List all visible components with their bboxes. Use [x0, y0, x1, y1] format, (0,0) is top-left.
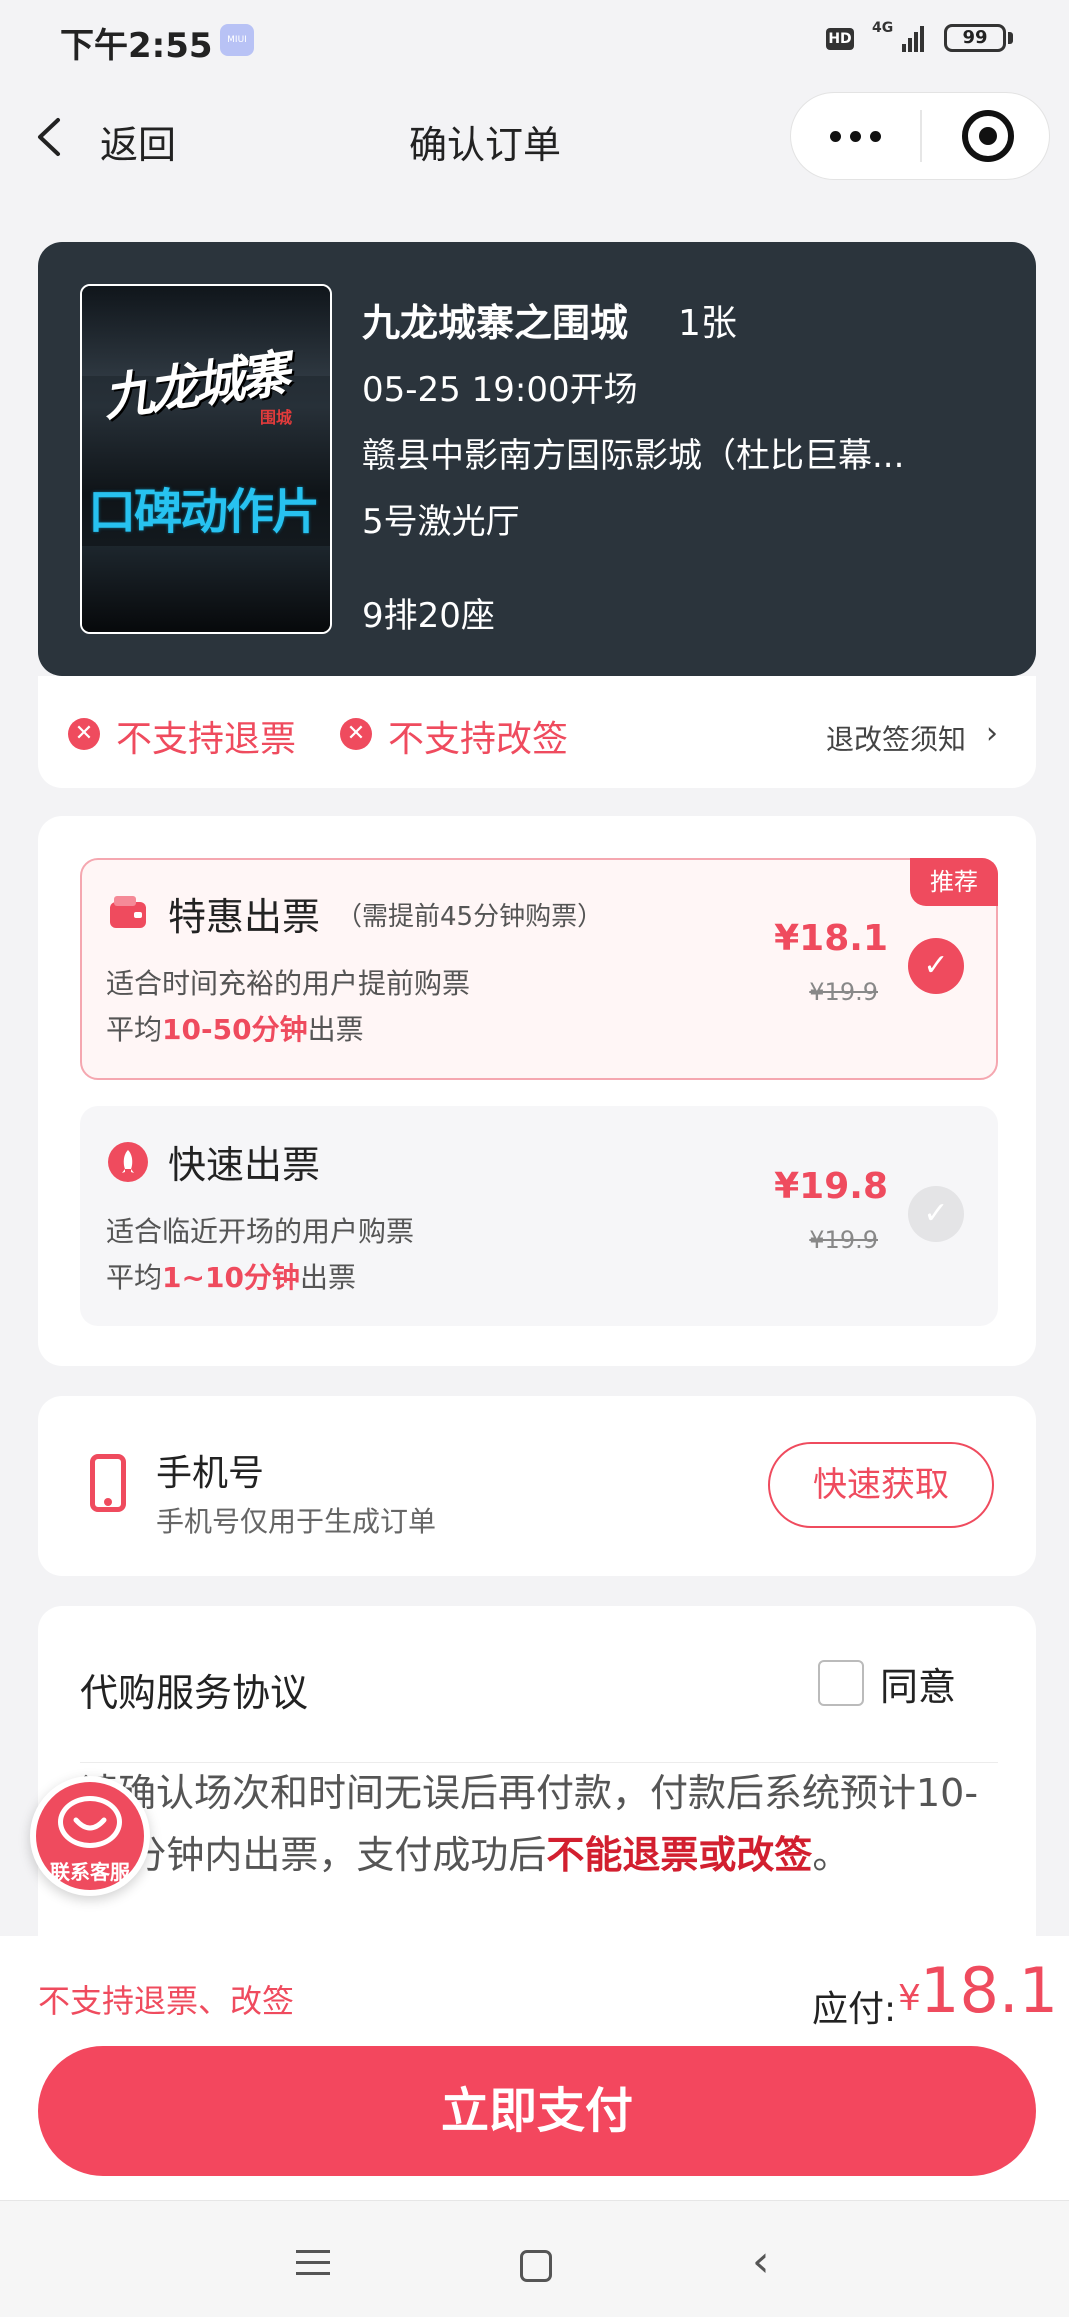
agreement-title: 代购服务协议	[80, 1671, 309, 1715]
agreement-text-end: 。	[812, 1833, 851, 1877]
amount-due-label: 应付:	[812, 1989, 897, 2030]
quick-get-phone-button[interactable]: 快速获取	[768, 1442, 994, 1528]
option-price: ¥18.1	[774, 918, 888, 959]
agree-label[interactable]: 同意	[880, 1656, 956, 1711]
option-issue-time: 平均10-50分钟出票	[106, 1008, 364, 1048]
more-icon-dot[interactable]	[850, 131, 861, 142]
system-back-icon[interactable]: ‹	[752, 2236, 770, 2287]
bottom-policy-note: 不支持退票、改签	[38, 1982, 295, 2020]
option-price: ¥19.8	[774, 1166, 888, 1207]
movie-name: 九龙城寨之围城	[362, 301, 629, 345]
selected-check-icon[interactable]: ✓	[908, 938, 964, 994]
option-title: 快速出票	[168, 1143, 321, 1187]
issue-time-prefix: 平均	[106, 1261, 163, 1294]
option-original-price: ¥19.9	[809, 978, 878, 1006]
no-refund-label: 不支持退票	[116, 719, 297, 760]
issue-time-suffix: 出票	[299, 1261, 356, 1294]
smile-icon[interactable]	[72, 1816, 108, 1836]
option-issue-time: 平均1~10分钟出票	[106, 1256, 356, 1296]
pay-now-button[interactable]: 立即支付	[38, 2046, 1036, 2176]
battery-icon: 99	[944, 24, 1006, 52]
more-icon[interactable]	[830, 131, 841, 142]
close-circle-icon: ✕	[68, 718, 100, 750]
issue-time-suffix: 出票	[307, 1013, 364, 1046]
show-time: 05-25 19:00开场	[362, 370, 638, 410]
close-program-icon-center[interactable]	[979, 127, 997, 145]
signal-icon	[902, 26, 924, 52]
currency-symbol: ¥	[898, 1978, 921, 2019]
cinema-name: 赣县中影南方国际影城（杜比巨幕...	[362, 436, 905, 476]
hd-badge: HD	[826, 28, 854, 50]
status-time: 下午2:55	[60, 26, 213, 66]
recommended-badge: 推荐	[910, 858, 998, 906]
hall-name: 5号激光厅	[362, 502, 520, 542]
issue-time-prefix: 平均	[106, 1013, 163, 1046]
close-circle-icon: ✕	[340, 718, 372, 750]
amount-due: 18.1	[920, 1954, 1059, 2027]
poster-city	[82, 546, 330, 632]
movie-poster: 九龙城寨 围城 口碑动作片	[80, 284, 332, 634]
battery-tip	[1008, 32, 1013, 44]
capsule-divider	[920, 110, 922, 162]
no-change-label: 不支持改签	[388, 719, 569, 760]
option-original-price: ¥19.9	[809, 1226, 878, 1254]
refund-notice-link[interactable]: 退改签须知	[826, 718, 966, 758]
chevron-right-icon[interactable]: ›	[986, 716, 998, 751]
seat-info: 9排20座	[362, 596, 495, 636]
rocket-icon	[108, 1142, 148, 1182]
option-description: 适合临近开场的用户购票	[106, 1215, 415, 1248]
issue-time-highlight: 10-50分钟	[162, 1013, 308, 1046]
ticket-wallet-icon	[110, 896, 146, 928]
more-icon-dot[interactable]	[870, 131, 881, 142]
recent-apps-icon[interactable]	[296, 2250, 330, 2283]
issue-time-highlight: 1~10分钟	[162, 1261, 300, 1294]
agreement-text: 请确认场次和时间无误后再付款，付款后系统预计10-50分钟内出票，支付成功后不能…	[80, 1762, 998, 1886]
phone-hint: 手机号仅用于生成订单	[156, 1505, 437, 1538]
ticket-count: 1张	[678, 303, 737, 344]
option-title: 特惠出票	[168, 895, 321, 939]
unselected-check-icon[interactable]: ✓	[908, 1186, 964, 1242]
poster-subtitle: 围城	[260, 408, 293, 427]
phone-label: 手机号	[156, 1453, 265, 1494]
agreement-text-strong: 不能退票或改签	[546, 1833, 813, 1877]
miui-badge-icon: MIUI	[220, 24, 254, 56]
customer-service-label[interactable]: 联系客服	[30, 1856, 150, 1885]
agree-checkbox[interactable]	[818, 1660, 864, 1706]
home-icon[interactable]	[520, 2250, 552, 2282]
option-description: 适合时间充裕的用户提前购票	[106, 967, 471, 1000]
option-note: （需提前45分钟购票）	[336, 902, 604, 932]
poster-tagline: 口碑动作片	[88, 484, 320, 540]
phone-icon-dot	[104, 1498, 112, 1506]
